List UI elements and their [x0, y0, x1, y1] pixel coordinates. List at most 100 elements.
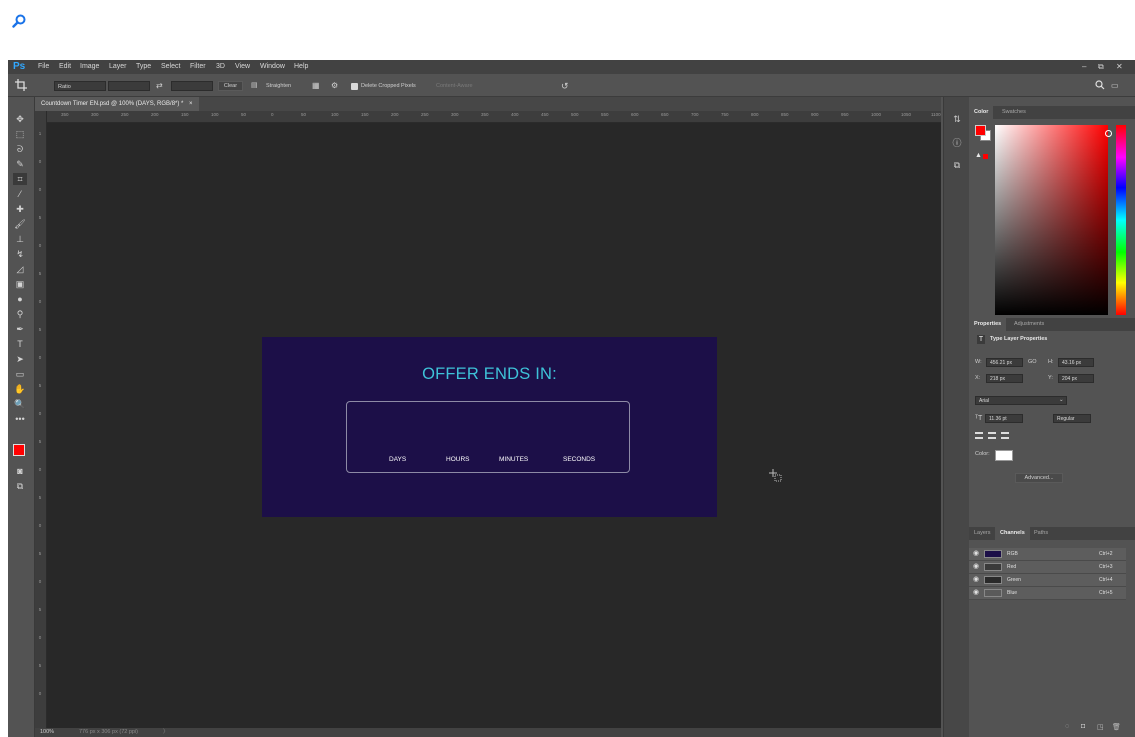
canvas-area[interactable]: OFFER ENDS IN: DAYS HOURS MINUTES SECOND…	[47, 123, 941, 728]
lasso-tool-icon[interactable]: ᘐ	[13, 143, 27, 155]
straighten-button[interactable]: Straighten	[266, 81, 291, 91]
eye-icon[interactable]: ◉	[973, 561, 979, 573]
pen-tool-icon[interactable]: ✒	[13, 323, 27, 335]
ratio-select[interactable]: Ratio	[54, 81, 106, 91]
menu-edit[interactable]: Edit	[59, 60, 71, 74]
status-menu-arrow[interactable]: 〉	[163, 728, 169, 737]
tab-layers[interactable]: Layers	[969, 527, 996, 540]
ratio-width-input[interactable]	[108, 81, 150, 91]
label-seconds[interactable]: SECONDS	[563, 456, 595, 463]
eye-icon[interactable]: ◉	[973, 587, 979, 599]
menu-help[interactable]: Help	[294, 60, 308, 74]
info-icon[interactable]: ⓘ	[951, 137, 963, 149]
tab-properties[interactable]: Properties	[969, 318, 1007, 331]
crop-tool-icon[interactable]: ⌗	[13, 173, 27, 185]
chevron-down-icon[interactable]: ⌄	[1059, 396, 1064, 405]
swap-icon[interactable]: ⇄	[156, 81, 163, 91]
grid-overlay-icon[interactable]: ▦	[312, 81, 320, 91]
menu-file[interactable]: File	[38, 60, 49, 74]
search-icon[interactable]	[1095, 80, 1105, 90]
zoom-level[interactable]: 100%	[40, 728, 54, 737]
tab-swatches[interactable]: Swatches	[997, 106, 1031, 119]
link-icon[interactable]: GO	[1028, 358, 1037, 367]
color-picker-field[interactable]	[995, 125, 1108, 315]
straighten-icon[interactable]: ▤	[251, 81, 258, 91]
height-field[interactable]: 43.16 px	[1058, 358, 1094, 367]
x-field[interactable]: 218 px	[986, 374, 1023, 383]
layer-comps-icon[interactable]: ⧉	[951, 159, 963, 171]
menu-filter[interactable]: Filter	[190, 60, 206, 74]
channel-row-blue[interactable]: ◉ Blue Ctrl+5	[969, 587, 1126, 600]
hand-tool-icon[interactable]: ✋	[13, 383, 27, 395]
stamp-tool-icon[interactable]: ⊥	[13, 233, 27, 245]
search-icon[interactable]	[12, 14, 26, 28]
gamut-warning-icon[interactable]: ▲	[975, 152, 982, 159]
eye-icon[interactable]: ◉	[973, 548, 979, 560]
move-tool-icon[interactable]: ✥	[13, 113, 27, 125]
menu-select[interactable]: Select	[161, 60, 180, 74]
tab-paths[interactable]: Paths	[1029, 527, 1053, 540]
menu-window[interactable]: Window	[260, 60, 285, 74]
close-button[interactable]: ✕	[1116, 60, 1123, 74]
save-selection-icon[interactable]: ◘	[1081, 723, 1085, 730]
load-selection-icon[interactable]: ◌	[1065, 723, 1069, 730]
tab-channels[interactable]: Channels	[995, 527, 1030, 540]
gradient-tool-icon[interactable]: ▣	[13, 278, 27, 290]
menu-layer[interactable]: Layer	[109, 60, 127, 74]
channel-row-green[interactable]: ◉ Green Ctrl+4	[969, 574, 1126, 587]
width-field[interactable]: 456.21 px	[986, 358, 1023, 367]
eyedropper-tool-icon[interactable]: ⁄	[13, 188, 27, 200]
hue-slider[interactable]	[1116, 125, 1126, 315]
gamut-swatch[interactable]	[983, 154, 988, 159]
restore-button[interactable]: ⧉	[1098, 60, 1104, 74]
trash-icon[interactable]: 🗑	[1112, 723, 1121, 731]
align-center-icon[interactable]	[988, 432, 996, 439]
menu-view[interactable]: View	[235, 60, 250, 74]
healing-brush-icon[interactable]: ✚	[13, 203, 27, 215]
eye-icon[interactable]: ◉	[973, 574, 979, 586]
path-select-icon[interactable]: ➤	[13, 353, 27, 365]
new-channel-icon[interactable]: ◳	[1097, 723, 1104, 731]
quick-mask-icon[interactable]: ◙	[13, 465, 27, 477]
gear-icon[interactable]: ⚙	[331, 81, 338, 91]
font-style-select[interactable]: Regular	[1053, 414, 1091, 423]
blur-tool-icon[interactable]: ●	[13, 293, 27, 305]
tab-adjustments[interactable]: Adjustments	[1009, 318, 1049, 331]
dodge-tool-icon[interactable]: ⚲	[13, 308, 27, 320]
channel-row-rgb[interactable]: ◉ RGB Ctrl+2	[969, 548, 1126, 561]
type-tool-icon[interactable]: T	[13, 338, 27, 350]
menu-type[interactable]: Type	[136, 60, 151, 74]
crop-tool-icon[interactable]	[15, 79, 27, 91]
channel-row-red[interactable]: ◉ Red Ctrl+3	[969, 561, 1126, 574]
brush-tool-icon[interactable]: 🖌	[13, 218, 27, 230]
ratio-height-input[interactable]	[171, 81, 213, 91]
history-brush-icon[interactable]: ↯	[13, 248, 27, 260]
menu-3d[interactable]: 3D	[216, 60, 225, 74]
minimize-button[interactable]: –	[1082, 60, 1086, 74]
tab-color[interactable]: Color	[969, 106, 994, 119]
advanced-button[interactable]: Advanced...	[1015, 473, 1063, 483]
quick-select-tool-icon[interactable]: ✎	[13, 158, 27, 170]
y-field[interactable]: 204 px	[1058, 374, 1094, 383]
color-picker-marker[interactable]	[1105, 130, 1112, 137]
align-right-icon[interactable]	[1001, 432, 1009, 439]
screen-mode-icon[interactable]: ⧉	[13, 480, 27, 492]
font-size-select[interactable]: 11.36 pt	[985, 414, 1023, 423]
label-minutes[interactable]: MINUTES	[499, 456, 528, 463]
artboard[interactable]: OFFER ENDS IN: DAYS HOURS MINUTES SECOND…	[262, 337, 717, 517]
marquee-tool-icon[interactable]: ⬚	[13, 128, 27, 140]
history-icon[interactable]: ⇅	[951, 113, 963, 125]
eraser-tool-icon[interactable]: ◿	[13, 263, 27, 275]
rectangle-tool-icon[interactable]: ▭	[13, 368, 27, 380]
foreground-color-swatch[interactable]	[975, 125, 986, 136]
content-aware-label[interactable]: Content-Aware	[436, 81, 473, 91]
align-left-icon[interactable]	[975, 432, 983, 439]
label-days[interactable]: DAYS	[389, 456, 406, 463]
reset-icon[interactable]: ↺	[561, 81, 569, 91]
clear-button[interactable]: Clear	[218, 81, 243, 91]
label-hours[interactable]: HOURS	[446, 456, 469, 463]
close-tab-icon[interactable]: ×	[189, 101, 193, 107]
offer-title[interactable]: OFFER ENDS IN:	[262, 365, 717, 384]
zoom-tool-icon[interactable]: 🔍	[13, 398, 27, 410]
more-tools-icon[interactable]: •••	[13, 413, 27, 425]
